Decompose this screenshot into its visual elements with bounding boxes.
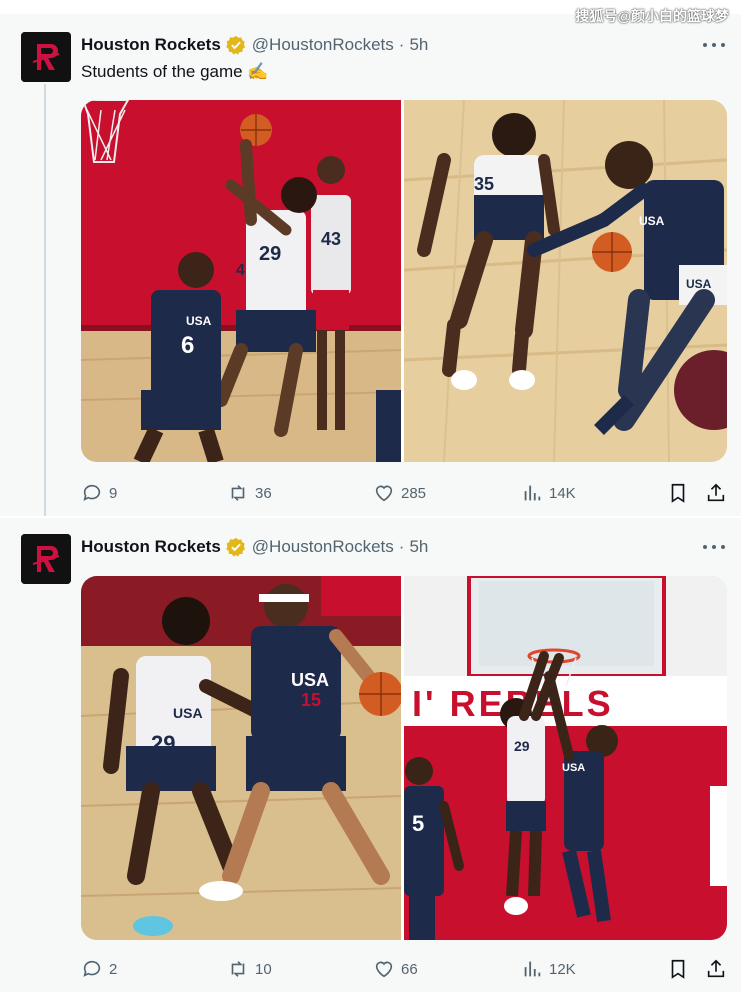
views-chart-icon bbox=[524, 961, 541, 977]
photo-1-image: USA 6 29 43 4 bbox=[81, 100, 401, 462]
jersey-number-15: 15 bbox=[301, 690, 321, 710]
timestamp[interactable]: 5h bbox=[409, 35, 428, 55]
avatar[interactable] bbox=[21, 32, 71, 82]
watermark: 搜狐号@颜小白的篮球梦 bbox=[575, 8, 729, 24]
separator-dot: · bbox=[398, 537, 405, 556]
views-count: 14K bbox=[549, 484, 576, 502]
tweet-1[interactable]: Houston Rockets @HoustonRockets · 5h Stu… bbox=[0, 14, 741, 516]
author-handle[interactable]: @HoustonRockets bbox=[252, 35, 394, 55]
photo-4[interactable]: I' REBELS bbox=[404, 576, 727, 940]
jersey-usa-text: USA bbox=[173, 705, 203, 721]
jersey-usa-text: USA bbox=[291, 670, 329, 690]
bookmark-button[interactable] bbox=[667, 482, 695, 504]
verified-badge-icon bbox=[226, 537, 245, 557]
like-button[interactable]: 66 bbox=[373, 958, 418, 980]
bookmark-button[interactable] bbox=[667, 958, 695, 980]
photo-2-image: 35 USA USA bbox=[404, 100, 727, 462]
like-count: 66 bbox=[401, 960, 418, 978]
heart-icon bbox=[375, 961, 393, 978]
author-handle[interactable]: @HoustonRockets bbox=[252, 537, 394, 557]
jersey-usa-text: USA bbox=[639, 214, 665, 228]
reply-icon bbox=[83, 960, 101, 977]
tweet-header: Houston Rockets @HoustonRockets · 5h bbox=[81, 34, 428, 56]
photo-1[interactable]: USA 6 29 43 4 bbox=[81, 100, 401, 462]
share-button[interactable] bbox=[705, 958, 733, 980]
author-name[interactable]: Houston Rockets bbox=[81, 35, 221, 55]
shorts-usa-text: USA bbox=[686, 277, 712, 291]
reply-button[interactable]: 9 bbox=[81, 482, 117, 504]
separator-dot: · bbox=[398, 35, 405, 54]
retweet-count: 36 bbox=[255, 484, 272, 502]
rockets-logo-icon bbox=[21, 534, 71, 584]
bookmark-icon bbox=[671, 959, 685, 979]
views-chart-icon bbox=[524, 485, 541, 501]
jersey-number-29: 29 bbox=[259, 243, 281, 265]
retweet-count: 10 bbox=[255, 960, 272, 978]
jersey-number-43: 43 bbox=[321, 229, 341, 249]
retweet-button[interactable]: 10 bbox=[227, 958, 272, 980]
share-button[interactable] bbox=[705, 482, 733, 504]
like-button[interactable]: 285 bbox=[373, 482, 426, 504]
retweet-icon bbox=[231, 961, 245, 977]
retweet-icon bbox=[231, 485, 245, 501]
photo-2[interactable]: 35 USA USA bbox=[404, 100, 727, 462]
jersey-number-29: 29 bbox=[151, 731, 175, 756]
avatar[interactable] bbox=[21, 534, 71, 584]
jersey-number-6: 6 bbox=[181, 332, 194, 359]
photo-3-image: USA 29 USA 15 bbox=[81, 576, 401, 940]
more-options-icon[interactable] bbox=[703, 40, 725, 50]
views-count: 12K bbox=[549, 960, 576, 978]
jersey-usa-text: USA bbox=[186, 314, 212, 328]
reply-count: 2 bbox=[109, 960, 118, 978]
thread-line bbox=[44, 84, 46, 516]
rockets-logo-icon bbox=[21, 32, 71, 82]
tweet-2[interactable]: Houston Rockets @HoustonRockets · 5h USA… bbox=[0, 518, 741, 992]
jersey-number-4: 4 bbox=[236, 262, 245, 279]
jersey-number-29: 29 bbox=[514, 738, 530, 754]
jersey-number-35: 35 bbox=[474, 174, 494, 194]
author-name[interactable]: Houston Rockets bbox=[81, 537, 221, 557]
reply-count: 9 bbox=[109, 484, 118, 502]
reply-button[interactable]: 2 bbox=[81, 958, 117, 980]
like-count: 285 bbox=[401, 484, 427, 502]
more-options-icon[interactable] bbox=[703, 542, 725, 552]
media-grid[interactable]: USA 6 29 43 4 35 USA USA bbox=[81, 100, 727, 462]
views-button[interactable]: 14K bbox=[521, 482, 576, 504]
media-grid[interactable]: USA 29 USA 15 I' REBELS bbox=[81, 576, 727, 940]
views-button[interactable]: 12K bbox=[521, 958, 576, 980]
tweet-actions: 2 10 66 12K bbox=[81, 958, 727, 982]
share-icon bbox=[707, 959, 725, 978]
jersey-usa-text: USA bbox=[562, 762, 585, 774]
verified-badge-icon bbox=[226, 35, 245, 55]
heart-icon bbox=[375, 485, 393, 502]
bookmark-icon bbox=[671, 483, 685, 503]
reply-icon bbox=[83, 484, 101, 501]
tweet-header: Houston Rockets @HoustonRockets · 5h bbox=[81, 536, 428, 558]
tweet-actions: 9 36 285 14K bbox=[81, 482, 727, 506]
timestamp[interactable]: 5h bbox=[409, 537, 428, 557]
photo-3[interactable]: USA 29 USA 15 bbox=[81, 576, 401, 940]
jersey-number-5: 5 bbox=[412, 811, 424, 836]
photo-4-image: I' REBELS bbox=[404, 576, 727, 940]
tweet-text: Students of the game ✍️ bbox=[81, 62, 269, 81]
share-icon bbox=[707, 483, 725, 502]
retweet-button[interactable]: 36 bbox=[227, 482, 272, 504]
